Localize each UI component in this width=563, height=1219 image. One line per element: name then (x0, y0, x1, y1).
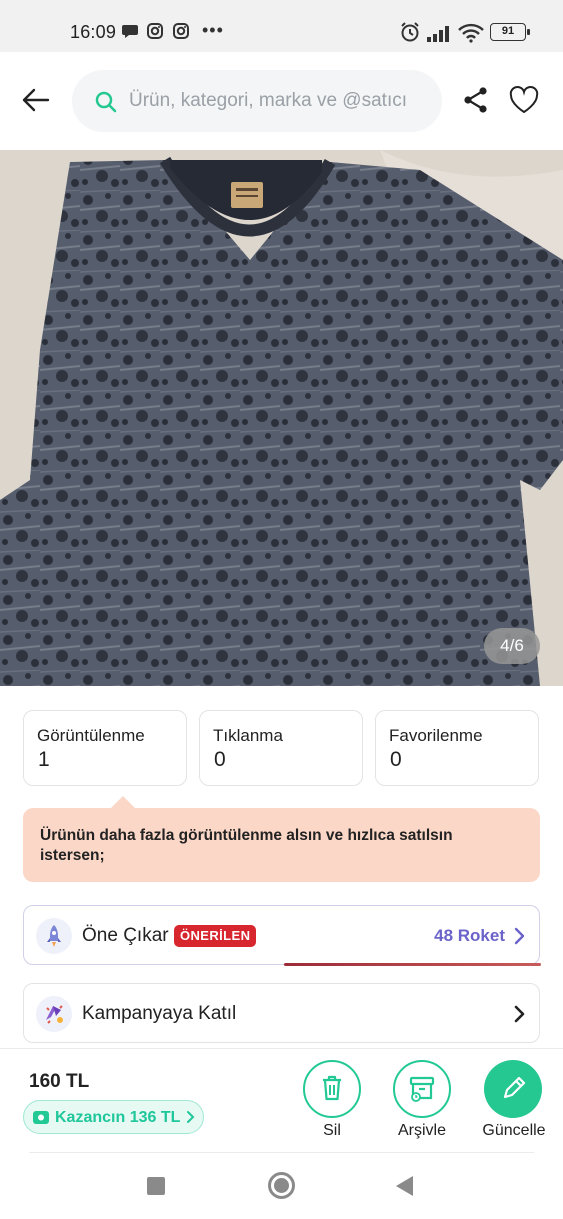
instagram-icon (173, 23, 189, 39)
feature-label: Öne Çıkar (82, 925, 169, 946)
system-navigation-bar (0, 1153, 563, 1219)
chevron-right-icon (187, 1111, 195, 1123)
chevron-right-icon (514, 1005, 525, 1023)
chat-bubble-icon (122, 25, 138, 38)
stat-favorites-value: 0 (390, 748, 402, 771)
pencil-icon (503, 1076, 526, 1099)
promo-info-box: Ürünün daha fazla görüntülenme alsın ve … (23, 796, 540, 882)
signal-icon (427, 26, 449, 42)
share-icon[interactable] (462, 86, 490, 114)
delete-button[interactable] (303, 1060, 361, 1118)
home-icon[interactable] (268, 1172, 295, 1199)
heart-icon[interactable] (508, 85, 540, 115)
earnings-button[interactable]: Kazancın 136 TL (23, 1100, 204, 1134)
clock: 16:09 (70, 22, 117, 42)
battery-icon: 91 (490, 23, 530, 41)
stat-views-label: Görüntülenme (37, 726, 145, 745)
delete-label: Sil (323, 1122, 341, 1139)
feature-accent-line (284, 963, 541, 966)
campaign-label: Kampanyaya Katıl (82, 1003, 237, 1024)
promo-text: Ürünün daha fazla görüntülenme alsın ve … (40, 827, 453, 864)
tshirt-photo (0, 150, 563, 686)
earnings-text: Kazancın 136 TL (55, 1109, 181, 1126)
stat-favorites: Favorilenme 0 (375, 710, 539, 786)
archive-label: Arşivle (397, 1122, 446, 1139)
price: 160 TL (29, 1071, 90, 1092)
update-button[interactable] (484, 1060, 542, 1118)
image-counter: 4/6 (484, 628, 540, 664)
search-placeholder: Ürün, kategori, marka ve @satıcı (129, 90, 407, 111)
stat-clicks: Tıklanma 0 (199, 710, 363, 786)
status-bar: 16:09 ••• 91 (0, 0, 563, 52)
update-label: Güncelle (482, 1122, 546, 1139)
wifi-icon (458, 23, 484, 43)
feature-cost: 48 Roket (434, 926, 505, 945)
search-input[interactable]: Ürün, kategori, marka ve @satıcı (72, 70, 442, 132)
trash-icon (323, 1075, 341, 1101)
stat-clicks-label: Tıklanma (213, 726, 283, 745)
stat-views: Görüntülenme 1 (23, 710, 187, 786)
stat-favorites-label: Favorilenme (389, 726, 483, 745)
instagram-icon (147, 23, 163, 39)
feature-product-row[interactable]: Öne Çıkar ÖNERİLEN 48 Roket (23, 905, 541, 966)
search-icon (95, 91, 117, 113)
product-image[interactable]: 4/6 (0, 150, 563, 686)
back-arrow-icon[interactable] (20, 84, 52, 116)
system-back-icon[interactable] (396, 1176, 413, 1196)
wallet-icon (33, 1111, 49, 1124)
rocket-icon (36, 918, 72, 954)
recent-apps-icon[interactable] (147, 1177, 165, 1195)
stat-clicks-value: 0 (214, 748, 226, 771)
join-campaign-row[interactable]: Kampanyaya Katıl (23, 983, 540, 1043)
bottom-action-bar: 160 TL Kazancın 136 TL Sil Arşivle Günce… (0, 1048, 563, 1152)
promo-pointer (111, 796, 135, 808)
more-notifications-icon: ••• (202, 20, 224, 40)
campaign-icon (36, 996, 72, 1032)
recommended-badge: ÖNERİLEN (174, 925, 257, 947)
archive-button[interactable] (393, 1060, 451, 1118)
chevron-right-icon (514, 927, 525, 945)
top-navigation: Ürün, kategori, marka ve @satıcı (0, 52, 563, 149)
stat-views-value: 1 (38, 748, 50, 771)
alarm-icon (401, 22, 419, 42)
archive-icon (409, 1076, 435, 1102)
